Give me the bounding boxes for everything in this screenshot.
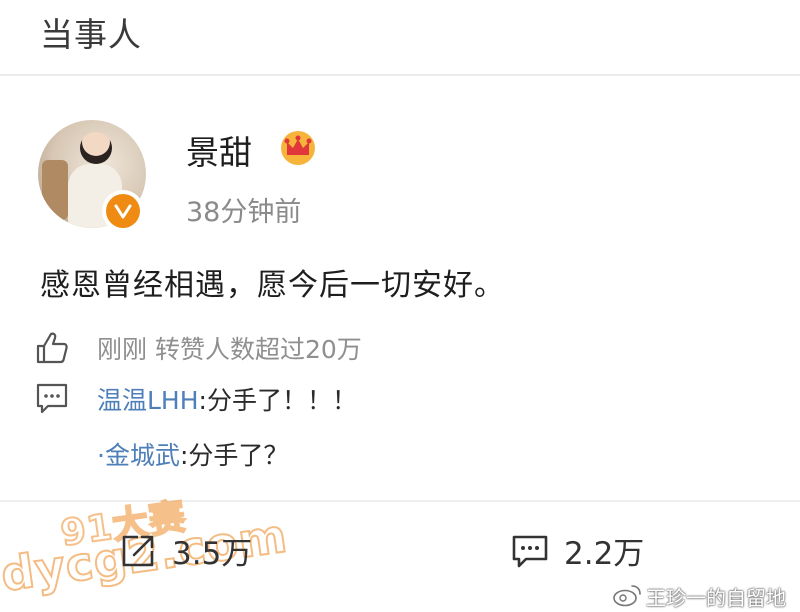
comment-user[interactable]: 温温LHH [97,386,199,415]
page-header: 当事人 [0,0,800,76]
comment-text: :分手了？ [179,441,289,470]
comment-text: :分手了！！！ [198,386,357,415]
page-title: 当事人 [40,15,142,54]
repost-count: 3.5万 [172,536,253,572]
crown-icon [281,131,315,165]
post-text: 感恩曾经相遇，愿今后一切安好。 [40,268,505,303]
user-name[interactable]: 景甜 [186,126,252,174]
comment-bubble-icon [512,535,548,567]
verified-v-icon [102,190,144,232]
comment-user[interactable]: ·金城武 [97,441,180,470]
weibo-logo-icon [613,585,641,607]
repost-button[interactable]: 3.5万 [118,528,252,573]
comment-button[interactable]: 2.2万 [510,528,644,573]
comment-item[interactable]: ·金城武:分手了？ [97,436,288,472]
comment-item[interactable]: 温温LHH:分手了！！！ [97,381,357,417]
repost-icon [122,535,154,566]
source-watermark: 王珍一的自留地 [646,586,786,610]
comment-icon [36,383,68,414]
like-summary: 刚刚 转赞人数超过20万 [97,335,362,364]
comment-count: 2.2万 [564,536,645,572]
thumbs-up-icon[interactable] [34,330,70,366]
post-time: 38分钟前 [186,197,302,228]
